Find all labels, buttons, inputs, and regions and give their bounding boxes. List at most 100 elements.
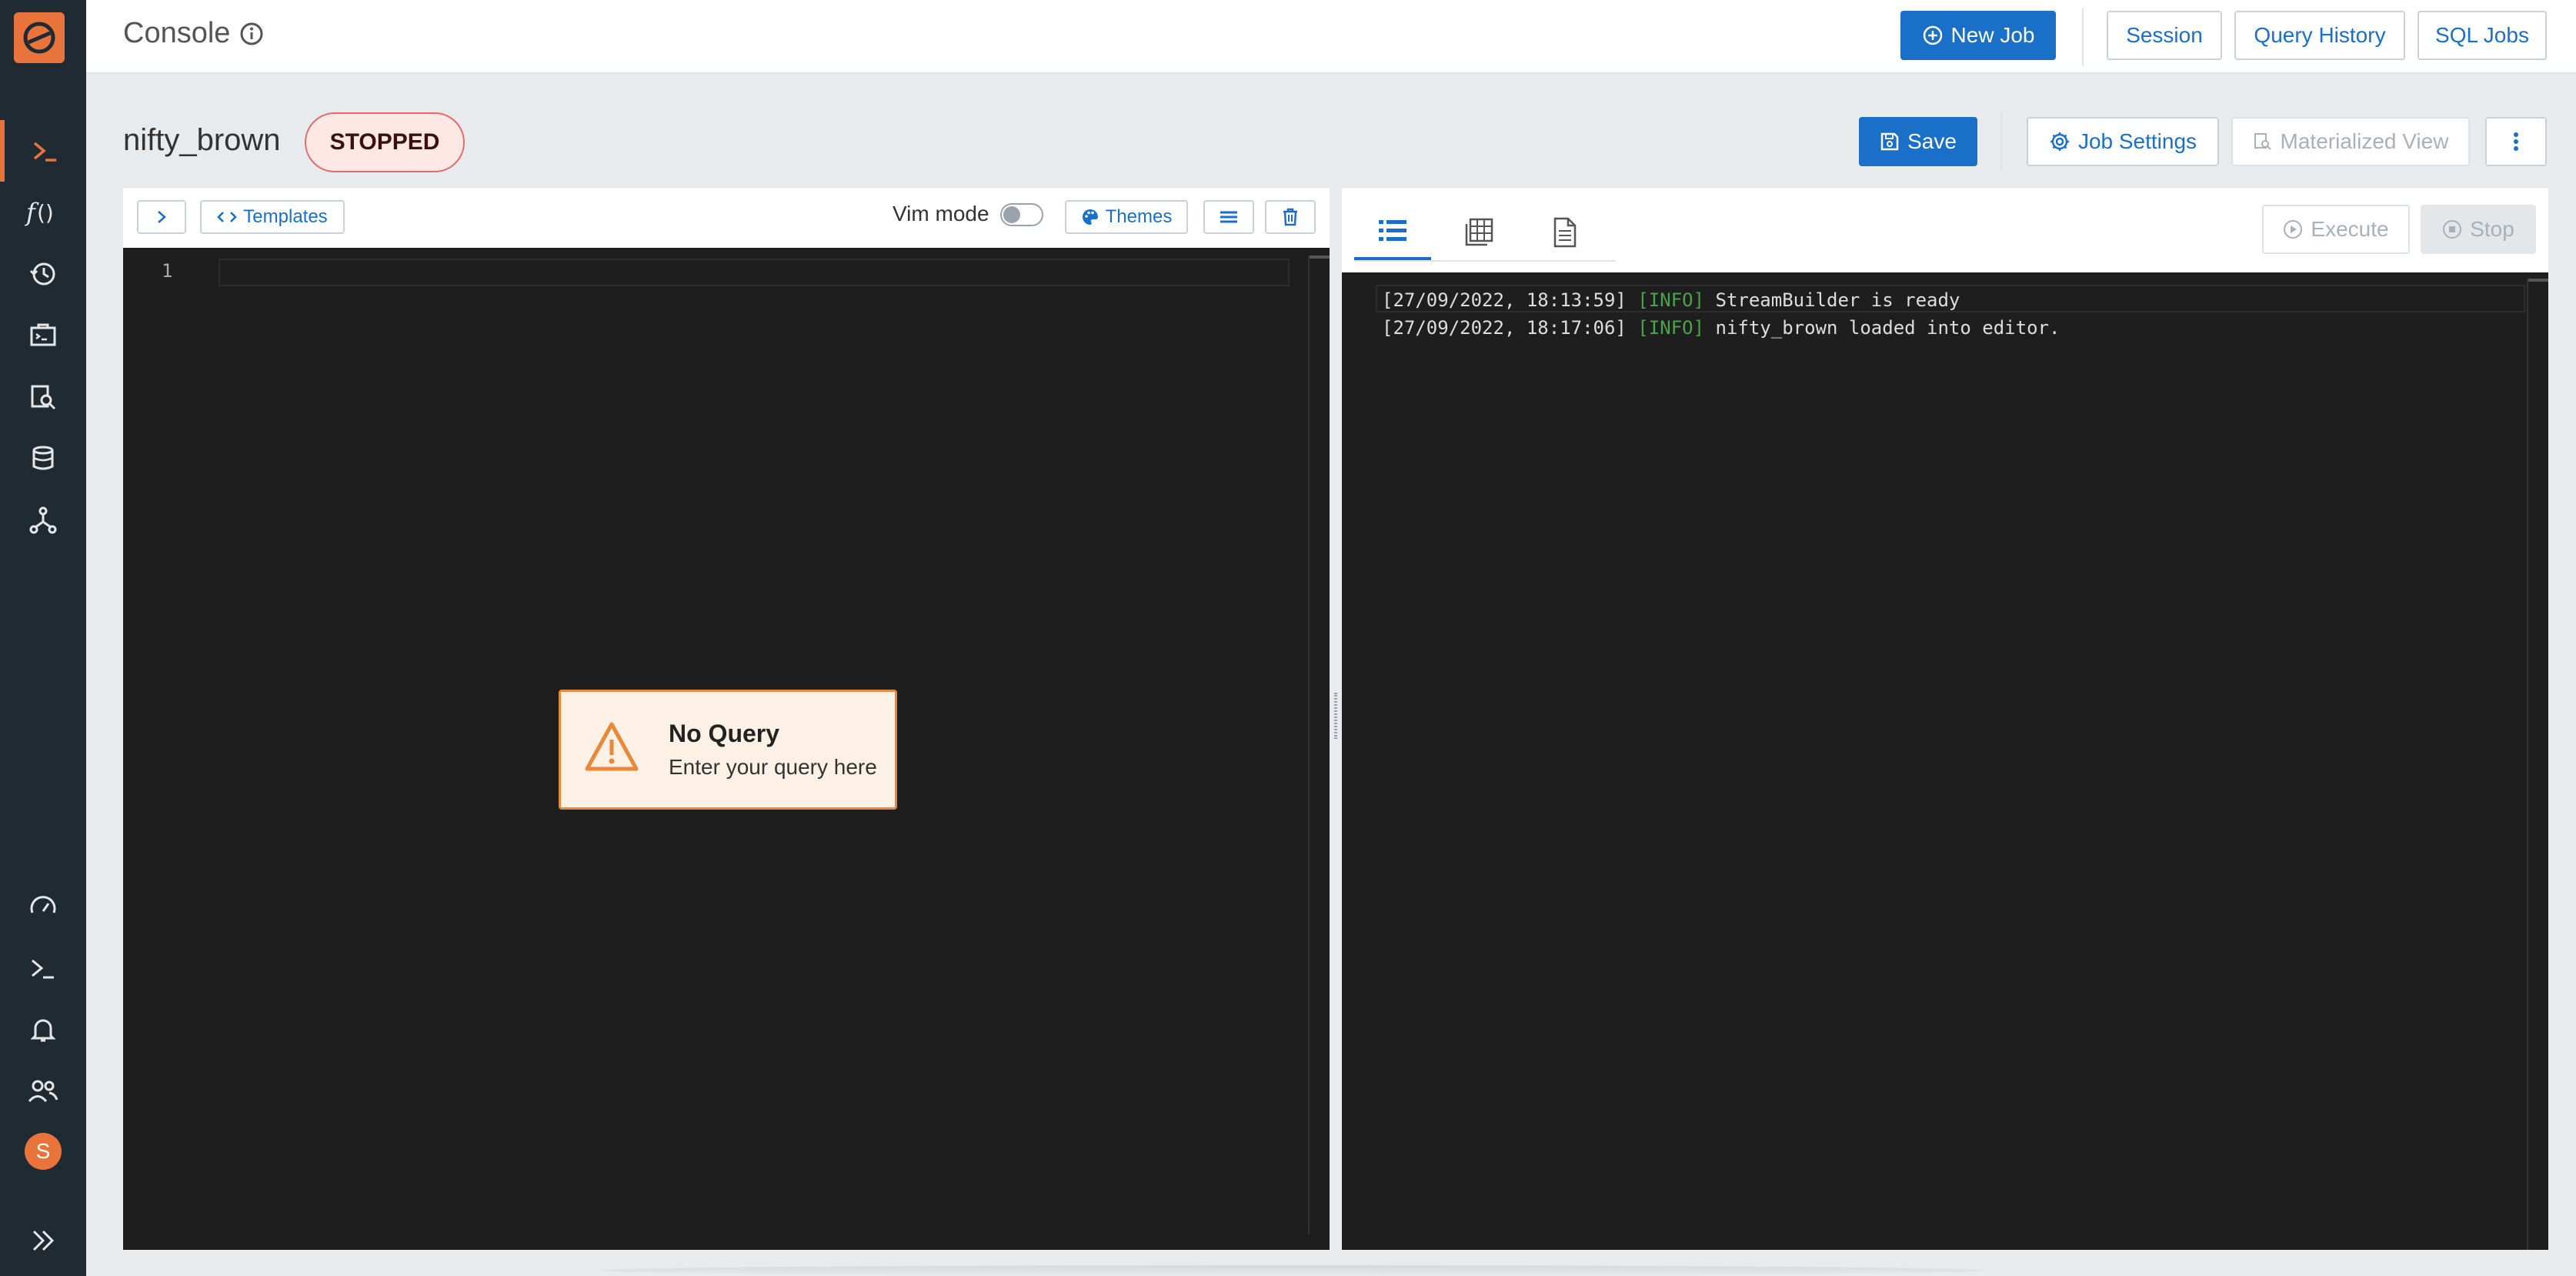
sql-editor-panel: Templates Vim mode Themes 1 No Query Ent… — [123, 188, 1330, 1250]
session-label: Session — [2126, 23, 2203, 47]
terminal-icon — [32, 959, 54, 979]
app-logo[interactable] — [14, 12, 65, 63]
themes-button[interactable]: Themes — [1065, 200, 1188, 234]
log-timestamp: [27/09/2022, 18:13:59] — [1382, 289, 1627, 311]
save-label: Save — [1907, 129, 1957, 153]
chevron-right-icon — [158, 211, 166, 223]
more-options-button[interactable] — [2485, 117, 2547, 166]
sidebar-item-terminal[interactable] — [0, 937, 86, 999]
list-icon — [1379, 220, 1406, 241]
database-icon — [32, 446, 54, 470]
sidebar-item-data-search[interactable] — [0, 366, 86, 428]
tab-results[interactable] — [1440, 205, 1517, 260]
log-output: [27/09/2022, 18:13:59] [INFO] StreamBuil… — [1382, 286, 2060, 342]
warning-icon — [585, 722, 639, 771]
no-query-notice: No Query Enter your query here — [559, 690, 897, 810]
gauge-icon — [30, 896, 56, 914]
sidebar-item-users[interactable] — [0, 1061, 86, 1122]
sidebar-item-jobs[interactable] — [0, 305, 86, 366]
info-icon[interactable] — [239, 22, 264, 46]
tab-underline — [1354, 260, 1616, 262]
plus-circle-icon — [1923, 25, 1942, 45]
graph-icon — [29, 506, 57, 534]
tab-documentation[interactable] — [1527, 205, 1603, 260]
editor-toolbar: Templates Vim mode Themes — [123, 188, 1330, 248]
gear-icon — [2050, 132, 2069, 151]
trash-icon — [1283, 208, 1297, 226]
vim-mode-label: Vim mode — [893, 202, 989, 225]
sidebar-item-database[interactable] — [0, 428, 86, 489]
format-button[interactable] — [1203, 200, 1254, 234]
save-button[interactable]: Save — [1859, 117, 1977, 166]
results-toolbar: Execute Stop — [1342, 188, 2548, 272]
data-search-icon — [31, 385, 56, 410]
stop-button[interactable]: Stop — [2421, 205, 2536, 254]
job-name: nifty_brown — [123, 123, 281, 157]
editor-input[interactable] — [219, 259, 1290, 286]
vim-mode-toggle[interactable] — [1000, 203, 1043, 226]
lines-icon — [1220, 211, 1237, 223]
new-job-button[interactable]: New Job — [1900, 11, 2056, 60]
execute-label: Execute — [2311, 217, 2389, 241]
document-icon — [1553, 217, 1577, 248]
sidebar-item-history[interactable] — [0, 243, 86, 305]
query-history-button[interactable]: Query History — [2234, 11, 2405, 60]
no-query-message: Enter your query here — [669, 755, 877, 779]
status-badge: STOPPED — [305, 112, 465, 172]
line-number: 1 — [162, 260, 173, 282]
bottom-shadow — [600, 1265, 1985, 1276]
logo-icon — [23, 22, 55, 54]
svg-text:(): () — [37, 200, 54, 225]
play-circle-icon — [2284, 220, 2303, 239]
results-panel: Execute Stop [27/09/2022, 18:13:59] [INF… — [1342, 188, 2548, 1250]
clear-editor-button[interactable] — [1265, 200, 1316, 234]
log-message: nifty_brown loaded into editor. — [1715, 317, 2060, 339]
sidebar-item-profile[interactable]: S — [0, 1121, 86, 1182]
sidebar-item-notifications[interactable] — [0, 999, 86, 1061]
sidebar-item-console[interactable] — [0, 120, 86, 182]
sidebar-item-graph[interactable] — [0, 489, 86, 551]
editor-scrollbar[interactable] — [1308, 256, 1330, 1234]
query-history-label: Query History — [2254, 23, 2386, 47]
sidebar-item-functions[interactable]: f () — [0, 182, 86, 243]
themes-label: Themes — [1105, 206, 1173, 227]
execute-button[interactable]: Execute — [2262, 205, 2410, 254]
panel-resize-handle[interactable] — [1330, 188, 1342, 1250]
header-divider — [2082, 8, 2084, 66]
sql-jobs-button[interactable]: SQL Jobs — [2418, 11, 2547, 60]
materialized-view-button[interactable]: Materialized View — [2231, 117, 2470, 166]
sidebar-item-dashboard[interactable] — [0, 876, 86, 937]
avatar: S — [25, 1133, 62, 1170]
page-title-text: Console — [123, 17, 231, 49]
save-icon — [1880, 132, 1899, 151]
history-icon — [29, 262, 55, 286]
sql-jobs-label: SQL Jobs — [2435, 23, 2529, 47]
sidebar: f () S — [0, 0, 86, 1276]
log-message: StreamBuilder is ready — [1715, 289, 1960, 311]
log-timestamp: [27/09/2022, 18:17:06] — [1382, 317, 1627, 339]
materialized-view-label: Materialized View — [2280, 129, 2449, 153]
templates-button[interactable]: Templates — [200, 200, 345, 234]
no-query-title: No Query — [669, 720, 780, 747]
job-header-divider — [2000, 112, 2002, 171]
log-line: [27/09/2022, 18:13:59] [INFO] StreamBuil… — [1382, 286, 2060, 314]
session-button[interactable]: Session — [2107, 11, 2222, 60]
log-line: [27/09/2022, 18:17:06] [INFO] nifty_brow… — [1382, 314, 2060, 342]
tab-logs[interactable] — [1354, 205, 1431, 260]
expand-editor-button[interactable] — [137, 200, 186, 234]
templates-label: Templates — [243, 206, 328, 227]
page-title: Console — [123, 17, 264, 50]
log-scrollbar[interactable] — [2527, 279, 2548, 1250]
log-level: [INFO] — [1637, 317, 1705, 339]
bell-icon — [30, 1019, 56, 1042]
log-level: [INFO] — [1637, 289, 1705, 311]
materialized-view-icon — [2254, 133, 2271, 150]
stop-label: Stop — [2470, 217, 2514, 241]
jobs-icon — [30, 323, 56, 346]
expand-icon — [32, 1230, 55, 1251]
palette-icon — [1082, 209, 1098, 225]
stop-circle-icon — [2443, 220, 2462, 239]
sidebar-expand-button[interactable] — [0, 1210, 86, 1271]
kebab-menu-icon — [2514, 132, 2518, 151]
job-settings-button[interactable]: Job Settings — [2027, 117, 2219, 166]
